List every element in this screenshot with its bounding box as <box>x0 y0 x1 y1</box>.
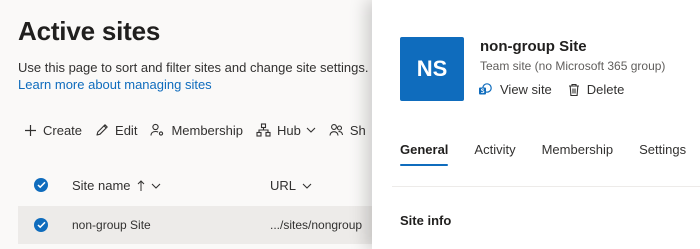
site-details-panel: NS non-group Site Team site (no Microsof… <box>372 0 700 249</box>
table-header: Site name URL <box>0 171 372 201</box>
tab-general[interactable]: General <box>400 142 449 166</box>
chevron-down-icon <box>302 183 312 189</box>
hub-button[interactable]: Hub <box>256 123 316 138</box>
url-header-label: URL <box>270 178 297 193</box>
chevron-down-icon <box>306 127 316 133</box>
site-name-header-label: Site name <box>72 178 131 193</box>
edit-button[interactable]: Edit <box>95 123 137 138</box>
panel-site-type: Team site (no Microsoft 365 group) <box>480 59 666 73</box>
create-button[interactable]: Create <box>24 123 82 138</box>
active-sites-page: Active sites Use this page to sort and f… <box>0 0 372 249</box>
panel-tabs: General Activity Membership Settings <box>400 142 700 166</box>
select-all-checkbox[interactable] <box>34 178 48 192</box>
hub-label: Hub <box>276 122 301 138</box>
sharing-label: Sh <box>349 122 366 138</box>
sharing-button[interactable]: Sh <box>329 123 366 138</box>
membership-button[interactable]: Membership <box>150 123 243 138</box>
hub-icon <box>256 123 271 137</box>
plus-icon <box>25 124 36 136</box>
tab-activity[interactable]: Activity <box>474 142 515 166</box>
command-bar: Create Edit Membership Hub Sh <box>24 121 372 139</box>
view-site-label: View site <box>500 82 552 97</box>
column-header-site-name[interactable]: Site name <box>72 178 161 193</box>
checkmark-icon <box>36 221 46 229</box>
chevron-down-icon <box>151 183 160 189</box>
view-site-button[interactable]: View site <box>478 82 552 97</box>
row-site-name[interactable]: non-group Site <box>72 218 151 232</box>
checkmark-icon <box>36 181 46 189</box>
site-info-heading: Site info <box>400 213 452 228</box>
delete-button[interactable]: Delete <box>568 82 625 97</box>
learn-more-link[interactable]: Learn more about managing sites <box>18 77 212 92</box>
row-checkbox[interactable] <box>34 218 48 232</box>
sharepoint-icon <box>479 82 492 94</box>
trash-icon <box>568 83 579 96</box>
people-settings-icon <box>150 123 164 136</box>
table-row[interactable]: non-group Site .../sites/nongroup <box>18 206 372 244</box>
tab-membership[interactable]: Membership <box>542 142 614 166</box>
row-url: .../sites/nongroup <box>270 218 363 232</box>
edit-label: Edit <box>115 122 138 138</box>
tabs-divider <box>392 186 700 187</box>
column-header-url[interactable]: URL <box>270 178 312 193</box>
create-label: Create <box>43 122 83 138</box>
pencil-icon <box>96 124 108 136</box>
panel-actions: View site Delete <box>478 82 640 97</box>
delete-label: Delete <box>586 82 625 97</box>
panel-site-title: non-group Site <box>480 38 587 55</box>
sort-ascending-icon <box>137 179 144 191</box>
membership-label: Membership <box>171 122 243 138</box>
tab-settings[interactable]: Settings <box>639 142 686 166</box>
page-title: Active sites <box>18 16 161 46</box>
site-avatar: NS <box>400 37 464 101</box>
page-description: Use this page to sort and filter sites a… <box>18 60 369 75</box>
people-icon <box>329 124 343 136</box>
